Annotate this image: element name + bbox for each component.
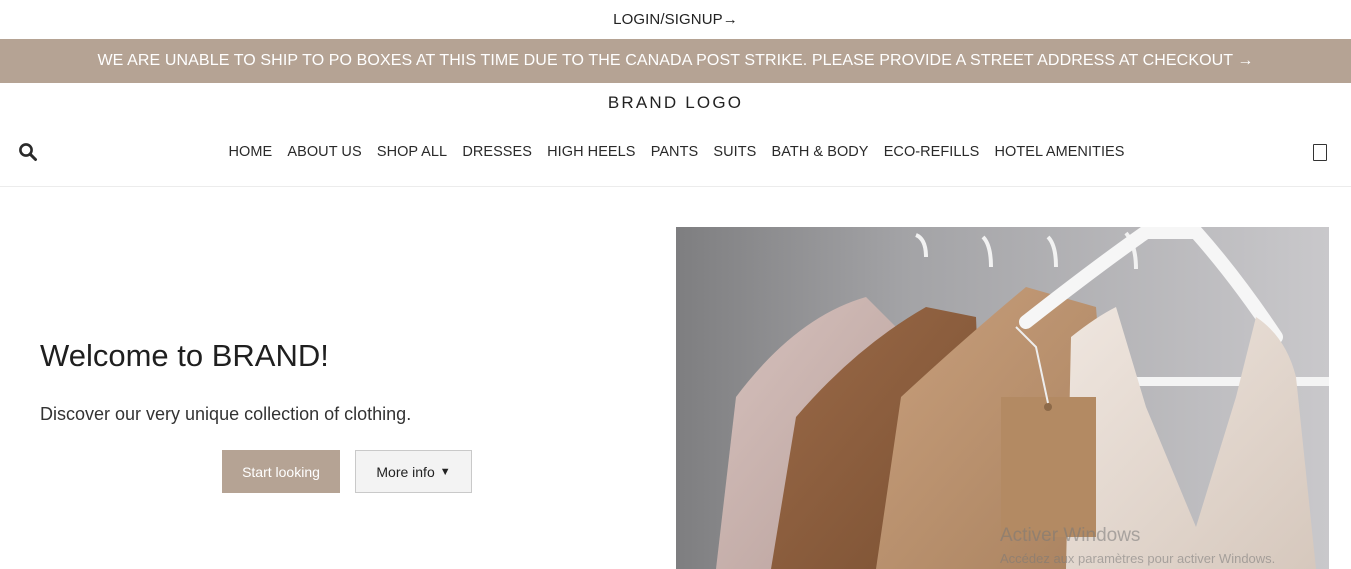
announcement-banner[interactable]: WE ARE UNABLE TO SHIP TO PO BOXES AT THI… xyxy=(0,39,1351,83)
header-divider xyxy=(0,186,1351,187)
nav-item-bath-body[interactable]: BATH & BODY xyxy=(772,144,869,160)
chevron-down-icon: ▼ xyxy=(439,465,451,478)
nav-item-home[interactable]: HOME xyxy=(229,144,273,160)
nav-item-eco-refills[interactable]: ECO-REFILLS xyxy=(884,144,980,160)
nav-item-about-us[interactable]: ABOUT US xyxy=(287,144,361,160)
hero-subtitle: Discover our very unique collection of c… xyxy=(40,404,412,424)
more-info-label: More info xyxy=(376,463,435,480)
announcement-text: WE ARE UNABLE TO SHIP TO PO BOXES AT THI… xyxy=(97,52,1254,69)
cart-icon[interactable] xyxy=(1313,144,1327,161)
nav-item-suits[interactable]: SUITS xyxy=(713,144,756,160)
nav-item-shop-all[interactable]: SHOP ALL xyxy=(377,144,447,160)
top-utility-bar: LOGIN/SIGNUP→ xyxy=(0,0,1351,39)
hero-image xyxy=(676,227,1329,569)
main-navigation-row: HOME ABOUT US SHOP ALL DRESSES HIGH HEEL… xyxy=(0,130,1351,176)
login-signup-link[interactable]: LOGIN/SIGNUP→ xyxy=(613,11,738,28)
more-info-button[interactable]: More info ▼ xyxy=(355,450,472,493)
nav-item-pants[interactable]: PANTS xyxy=(651,144,699,160)
nav-item-high-heels[interactable]: HIGH HEELS xyxy=(547,144,635,160)
nav-item-hotel-amenities[interactable]: HOTEL AMENITIES xyxy=(995,144,1125,160)
hero-title: Welcome to BRAND! xyxy=(40,338,329,373)
brand-logo[interactable]: BRAND LOGO xyxy=(0,93,1351,113)
start-looking-button[interactable]: Start looking xyxy=(222,450,340,493)
nav-item-dresses[interactable]: DRESSES xyxy=(462,144,532,160)
main-menu: HOME ABOUT US SHOP ALL DRESSES HIGH HEEL… xyxy=(0,144,1351,160)
